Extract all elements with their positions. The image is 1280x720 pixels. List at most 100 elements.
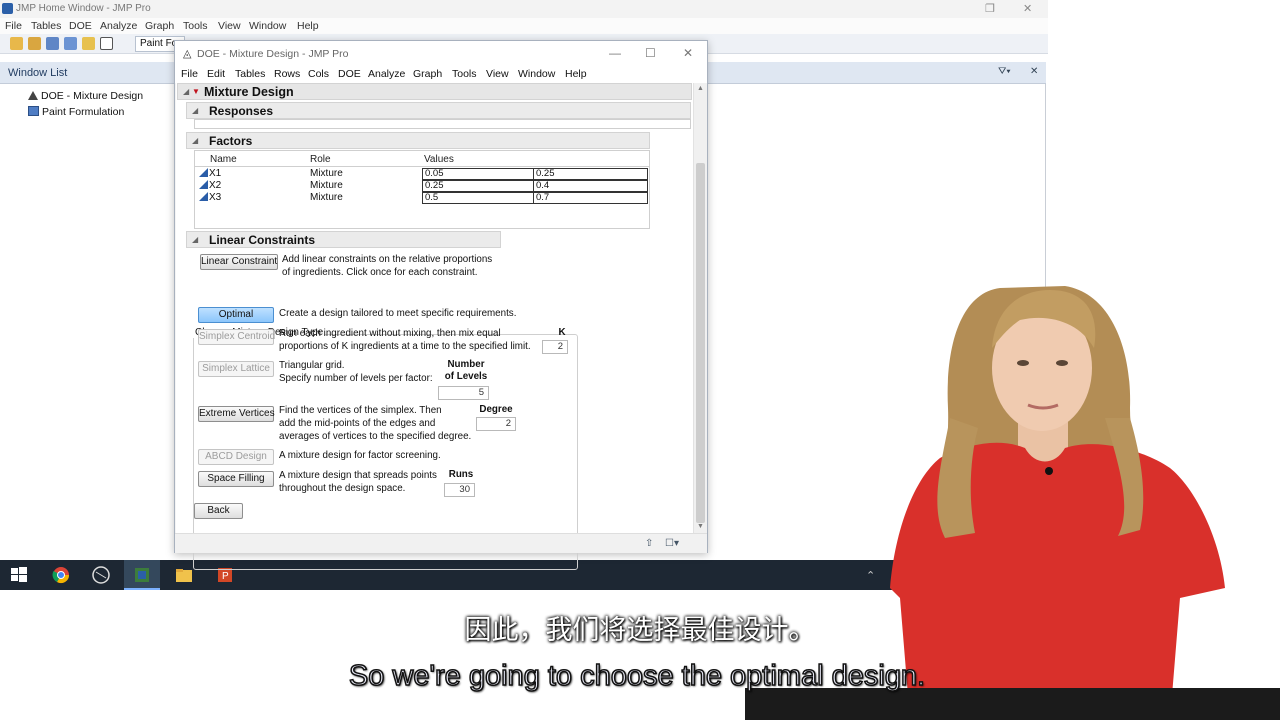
scroll-thumb[interactable] bbox=[696, 163, 705, 523]
disclosure-icon[interactable]: ◢ bbox=[192, 235, 198, 244]
factors-outline[interactable]: ◢ Factors bbox=[186, 132, 650, 149]
k-label: K bbox=[558, 327, 566, 338]
menu-analyze[interactable]: Analyze bbox=[368, 68, 405, 80]
factor-name-x1[interactable]: X1 bbox=[199, 168, 221, 179]
disclosure-icon[interactable]: ◢ bbox=[192, 106, 198, 115]
runs-input[interactable]: 30 bbox=[444, 483, 475, 497]
linear-constraint-button[interactable]: Linear Constraint bbox=[200, 254, 278, 270]
doe-content: ◢ ▼ Mixture Design ◢ Responses ◢ Factors… bbox=[176, 83, 693, 570]
optimal-button[interactable]: Optimal bbox=[198, 307, 274, 323]
simplex-centroid-button[interactable]: Simplex Centroid bbox=[198, 329, 275, 345]
extreme-vertices-desc-line3: averages of vertices to the specified de… bbox=[279, 431, 472, 442]
degree-label: Degree bbox=[479, 404, 513, 415]
linear-constraints-outline[interactable]: ◢ Linear Constraints bbox=[186, 231, 501, 248]
factor-name-x3[interactable]: X3 bbox=[199, 192, 221, 203]
close-icon[interactable]: ✕ bbox=[683, 46, 693, 60]
factor-high-value[interactable]: 0.4 bbox=[533, 180, 648, 192]
restore-icon[interactable]: ❐ bbox=[985, 2, 995, 15]
responses-panel bbox=[194, 119, 691, 129]
doe-window-icon: ◬ bbox=[183, 48, 192, 60]
degree-input[interactable]: 2 bbox=[476, 417, 516, 431]
factor-low-value[interactable]: 0.05 bbox=[422, 168, 534, 180]
responses-title: Responses bbox=[209, 104, 274, 118]
header-divider bbox=[195, 166, 649, 167]
window-icon[interactable] bbox=[100, 37, 113, 50]
window-list-title: Window List bbox=[8, 67, 68, 79]
mixture-design-outline[interactable]: ◢ ▼ Mixture Design bbox=[177, 83, 692, 100]
doe-icon bbox=[28, 91, 38, 100]
abcd-design-button[interactable]: ABCD Design bbox=[198, 449, 274, 465]
windows-start-icon[interactable] bbox=[10, 566, 28, 584]
responses-outline[interactable]: ◢ Responses bbox=[186, 102, 691, 119]
factor-name-x2[interactable]: X2 bbox=[199, 180, 221, 191]
home-window-titlebar: JMP Home Window - JMP Pro ❐ ✕ bbox=[0, 0, 1048, 18]
chrome-icon[interactable] bbox=[52, 566, 70, 584]
factor-role: Mixture bbox=[310, 168, 343, 179]
red-triangle-menu-icon[interactable]: ▼ bbox=[192, 87, 200, 96]
home-menu-view[interactable]: View bbox=[218, 20, 241, 32]
continuous-factor-icon bbox=[199, 180, 208, 189]
new-script-icon[interactable] bbox=[28, 37, 41, 50]
menu-doe[interactable]: DOE bbox=[338, 68, 361, 80]
disclosure-icon[interactable]: ◢ bbox=[192, 136, 198, 145]
factor-high-value[interactable]: 0.7 bbox=[533, 192, 648, 204]
vertical-scrollbar[interactable]: ▲ ▼ bbox=[693, 83, 707, 533]
extreme-vertices-button[interactable]: Extreme Vertices bbox=[198, 406, 275, 422]
save-icon[interactable] bbox=[64, 37, 77, 50]
home-menu-tables[interactable]: Tables bbox=[31, 20, 61, 32]
disclosure-icon[interactable]: ◢ bbox=[183, 87, 189, 96]
new-data-table-icon[interactable] bbox=[10, 37, 23, 50]
col-header-values: Values bbox=[424, 154, 454, 165]
maximize-icon[interactable]: ☐ bbox=[645, 46, 656, 60]
scroll-up-icon[interactable]: ▲ bbox=[697, 85, 704, 92]
menu-help[interactable]: Help bbox=[565, 68, 587, 80]
simplex-lattice-button[interactable]: Simplex Lattice bbox=[198, 361, 274, 377]
factor-name-label: X3 bbox=[209, 192, 222, 203]
filter-icon[interactable]: ⛛▾ bbox=[998, 66, 1011, 77]
menu-file[interactable]: File bbox=[181, 68, 198, 80]
menu-edit[interactable]: Edit bbox=[207, 68, 225, 80]
simplex-centroid-desc-line1: Run each ingredient without mixing, then… bbox=[279, 328, 501, 339]
number-of-levels-input[interactable]: 5 bbox=[438, 386, 489, 400]
menu-rows[interactable]: Rows bbox=[274, 68, 300, 80]
home-menu-graph[interactable]: Graph bbox=[145, 20, 174, 32]
home-menu-doe[interactable]: DOE bbox=[69, 20, 92, 32]
factor-high-value[interactable]: 0.25 bbox=[533, 168, 648, 180]
open-icon[interactable] bbox=[46, 37, 59, 50]
menu-graph[interactable]: Graph bbox=[413, 68, 442, 80]
factor-low-value[interactable]: 0.25 bbox=[422, 180, 534, 192]
subtitle-english: So we're going to choose the optimal des… bbox=[348, 659, 926, 693]
space-filling-button[interactable]: Space Filling bbox=[198, 471, 274, 487]
home-menu-file[interactable]: File bbox=[5, 20, 22, 32]
close-panel-icon[interactable]: ✕ bbox=[1030, 66, 1038, 77]
menu-cols[interactable]: Cols bbox=[308, 68, 329, 80]
factor-low-value[interactable]: 0.5 bbox=[422, 192, 534, 204]
taskbar-jmp-active[interactable] bbox=[124, 560, 160, 590]
menu-window[interactable]: Window bbox=[518, 68, 555, 80]
scroll-down-icon[interactable]: ▼ bbox=[697, 523, 704, 530]
minimize-icon[interactable]: — bbox=[609, 46, 621, 60]
jmp-app-icon bbox=[2, 3, 13, 14]
home-window-icon[interactable]: ⇧ bbox=[645, 538, 653, 549]
window-list-item-doe[interactable]: DOE - Mixture Design bbox=[28, 90, 143, 102]
menu-tools[interactable]: Tools bbox=[452, 68, 477, 80]
jmp-taskbar-icon bbox=[135, 568, 149, 582]
back-button[interactable]: Back bbox=[194, 503, 243, 519]
close-icon[interactable]: ✕ bbox=[1023, 2, 1032, 15]
k-input[interactable]: 2 bbox=[542, 340, 568, 354]
window-list-item-table[interactable]: Paint Formulation bbox=[28, 106, 124, 118]
folder-icon[interactable] bbox=[82, 37, 95, 50]
home-menu-window[interactable]: Window bbox=[249, 20, 286, 32]
home-menu-help[interactable]: Help bbox=[297, 20, 319, 32]
menu-view[interactable]: View bbox=[486, 68, 509, 80]
home-menu-analyze[interactable]: Analyze bbox=[100, 20, 137, 32]
disc-icon[interactable] bbox=[92, 566, 110, 584]
window-menu-icon[interactable]: ☐▾ bbox=[665, 538, 679, 549]
simplex-centroid-desc-line2: proportions of K ingredients at a time t… bbox=[279, 341, 531, 352]
menu-tables[interactable]: Tables bbox=[235, 68, 265, 80]
home-menu-tools[interactable]: Tools bbox=[183, 20, 208, 32]
presenter-video bbox=[890, 286, 1225, 720]
space-filling-desc-line1: A mixture design that spreads points bbox=[279, 470, 437, 481]
linear-constraint-desc-line1: Add linear constraints on the relative p… bbox=[282, 254, 493, 265]
file-explorer-icon[interactable] bbox=[175, 566, 193, 584]
